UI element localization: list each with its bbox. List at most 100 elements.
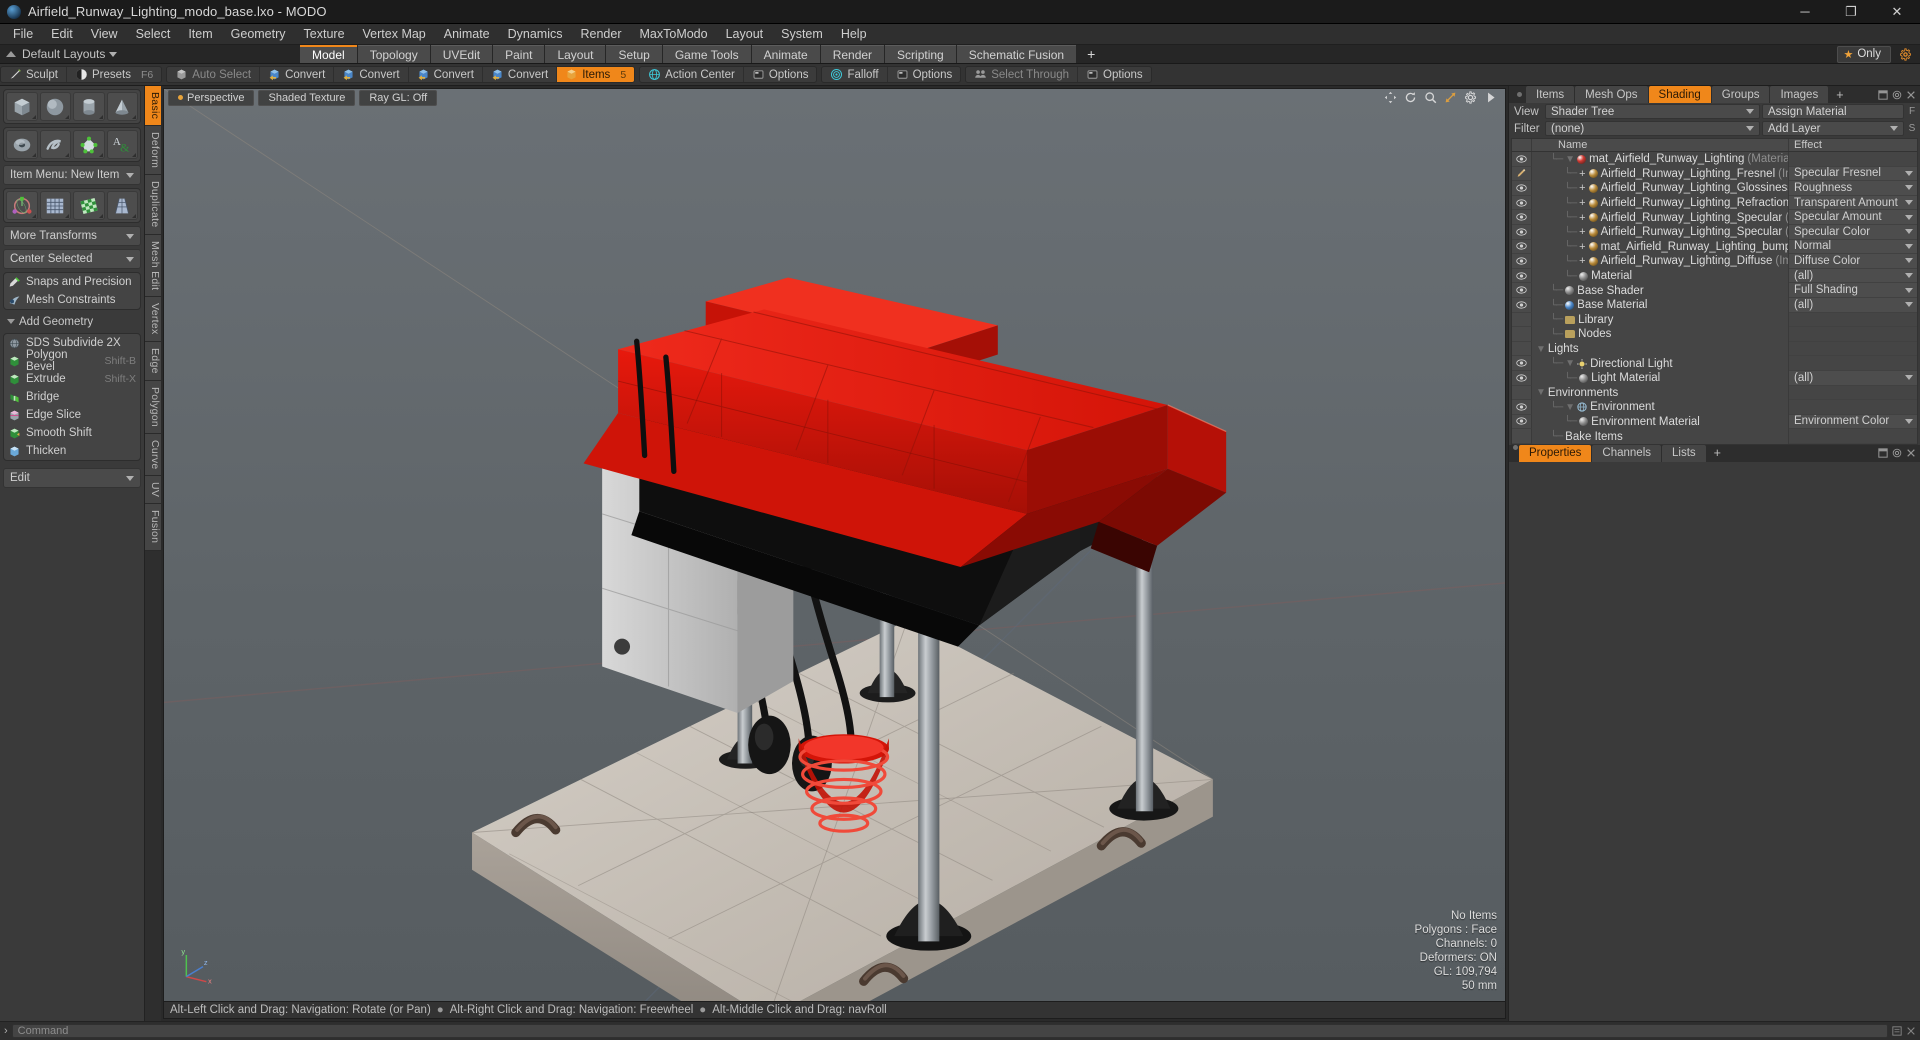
shader-tree-row[interactable]: └─ ▼ Directional Light (1512, 356, 1917, 371)
shader-effect-dropdown[interactable]: Normal (1789, 239, 1917, 255)
polygon-bevel-item[interactable]: Polygon Bevel Shift-B (4, 349, 140, 373)
tab-groups[interactable]: Groups (1711, 86, 1770, 103)
edge-slice-item[interactable]: Edge Slice (4, 406, 140, 424)
gear-icon[interactable] (1464, 91, 1477, 104)
shader-effect-dropdown[interactable]: Full Shading (1789, 283, 1917, 298)
shader-tree-row[interactable]: └─ Base Shader Full Shading (1512, 283, 1917, 298)
command-close-icon[interactable] (1906, 1026, 1916, 1036)
select-through-button[interactable]: Select Through (966, 67, 1079, 82)
transform-gizmo-tool[interactable] (6, 191, 38, 220)
sphere-tool[interactable] (39, 92, 71, 121)
zoom-icon[interactable] (1424, 91, 1437, 104)
maximize-button[interactable]: ❐ (1828, 0, 1874, 24)
torus-tool[interactable] (6, 130, 38, 159)
fit-icon[interactable] (1444, 91, 1457, 104)
layout-tab-topology[interactable]: Topology (357, 45, 430, 63)
action-center-button[interactable]: Action Center (640, 67, 744, 82)
visibility-toggle[interactable] (1512, 268, 1532, 284)
filter-dropdown[interactable]: (none) (1545, 121, 1760, 136)
mode-tab-uv[interactable]: UV (145, 476, 161, 505)
mode-tab-basic[interactable]: Basic (145, 86, 161, 127)
polygon-tool[interactable] (73, 130, 105, 159)
expander-expand-icon[interactable]: + (1579, 226, 1585, 238)
text-tool[interactable]: A & (106, 130, 138, 159)
bridge-item[interactable]: Bridge (4, 388, 140, 406)
falloff-options-button[interactable]: Options (888, 67, 961, 82)
shader-effect-dropdown[interactable]: (all) (1789, 297, 1917, 313)
cube-tool[interactable] (6, 92, 38, 121)
add-layout-tab-button[interactable]: + (1077, 45, 1106, 63)
menu-maxtomodo[interactable]: MaxToModo (631, 24, 717, 45)
only-toggle[interactable]: ★ Only (1837, 45, 1891, 63)
auto-select-button[interactable]: Auto Select (167, 67, 261, 82)
shader-effect-dropdown[interactable]: Roughness (1789, 181, 1917, 196)
visibility-toggle[interactable] (1512, 400, 1532, 415)
visibility-toggle[interactable] (1512, 181, 1532, 196)
layout-tab-model[interactable]: Model (300, 45, 357, 63)
convert-button-1[interactable]: Convert (260, 67, 335, 82)
shader-tree-row[interactable]: └─ Environment Material Environment Color (1512, 414, 1917, 430)
visibility-toggle[interactable] (1512, 283, 1532, 298)
lattice-tool[interactable] (39, 191, 71, 220)
gear-icon[interactable] (1899, 47, 1912, 61)
command-input[interactable]: Command (11, 1024, 1888, 1038)
mode-tab-fusion[interactable]: Fusion (145, 504, 161, 551)
panel-menu-button[interactable] (1513, 86, 1525, 103)
add-geometry-section-header[interactable]: Add Geometry (3, 313, 141, 330)
expander-collapse-icon[interactable]: ▼ (1536, 344, 1546, 355)
spiral-tool[interactable] (39, 130, 71, 159)
viewport-projection-dropdown[interactable]: Perspective (168, 89, 255, 106)
layout-tab-uvedit[interactable]: UVEdit (430, 45, 493, 63)
shader-effect-dropdown[interactable]: Diffuse Color (1789, 254, 1917, 269)
presets-button[interactable]: Presets F6 (67, 67, 161, 82)
layout-tab-game-tools[interactable]: Game Tools (662, 45, 751, 63)
mode-tab-duplicate[interactable]: Duplicate (145, 175, 161, 235)
visibility-toggle[interactable] (1512, 254, 1532, 269)
mode-tab-polygon[interactable]: Polygon (145, 380, 161, 434)
falloff-button[interactable]: Falloff (822, 67, 888, 82)
move-icon[interactable] (1384, 91, 1397, 104)
tab-items[interactable]: Items (1526, 86, 1575, 103)
add-layer-badge[interactable]: S (1906, 121, 1918, 136)
minimize-button[interactable]: ─ (1782, 0, 1828, 24)
tab-shading[interactable]: Shading (1648, 86, 1711, 103)
visibility-toggle[interactable] (1512, 152, 1532, 167)
cylinder-tool[interactable] (73, 92, 105, 121)
expander-expand-icon[interactable]: + (1579, 212, 1585, 224)
snaps-and-precision-item[interactable]: Snaps and Precision (4, 273, 140, 291)
shader-effect-dropdown[interactable]: (all) (1789, 268, 1917, 284)
expander-collapse-icon[interactable]: ▼ (1565, 402, 1575, 413)
view-dropdown[interactable]: Shader Tree (1545, 104, 1760, 119)
menu-render[interactable]: Render (572, 24, 631, 45)
add-layer-dropdown[interactable]: Add Layer (1762, 121, 1904, 136)
menu-system[interactable]: System (772, 24, 832, 45)
layout-tab-schematic-fusion[interactable]: Schematic Fusion (956, 45, 1077, 63)
3d-viewport[interactable]: Perspective Shaded Texture Ray GL: Off N… (163, 88, 1506, 1002)
visibility-toggle[interactable] (1512, 414, 1532, 430)
layout-tab-layout[interactable]: Layout (545, 45, 606, 63)
gear-icon[interactable] (1892, 448, 1902, 458)
shader-tree-row[interactable]: ▼ Environments (1512, 385, 1917, 401)
select-through-options-button[interactable]: Options (1078, 67, 1151, 82)
layout-tab-scripting[interactable]: Scripting (885, 45, 956, 63)
tab-lists[interactable]: Lists (1662, 444, 1706, 462)
default-layouts-dropdown[interactable]: Default Layouts (22, 47, 118, 61)
shader-tree-row[interactable]: └─ Base Material (all) (1512, 297, 1917, 313)
shader-effect-dropdown[interactable]: Specular Fresnel (1789, 166, 1917, 182)
layout-tab-paint[interactable]: Paint (493, 45, 545, 63)
menu-dynamics[interactable]: Dynamics (499, 24, 572, 45)
brush-icon[interactable] (1512, 166, 1532, 182)
expander-collapse-icon[interactable]: ▼ (1565, 358, 1575, 369)
mesh-constraints-item[interactable]: Mesh Constraints (4, 291, 140, 309)
close-button[interactable]: ✕ (1874, 0, 1920, 24)
checker-deform-tool[interactable] (73, 191, 105, 220)
menu-file[interactable]: File (4, 24, 42, 45)
panel-popout-icon[interactable] (1878, 448, 1888, 459)
tab-properties[interactable]: Properties (1519, 444, 1592, 462)
tab-images[interactable]: Images (1770, 86, 1829, 103)
edit-dropdown[interactable]: Edit (3, 468, 141, 488)
assign-material-badge[interactable]: F (1906, 104, 1918, 119)
panel-close-icon[interactable] (1906, 90, 1916, 100)
shader-tree-row[interactable]: └─ Material (all) (1512, 268, 1917, 284)
menu-item[interactable]: Item (179, 24, 221, 45)
